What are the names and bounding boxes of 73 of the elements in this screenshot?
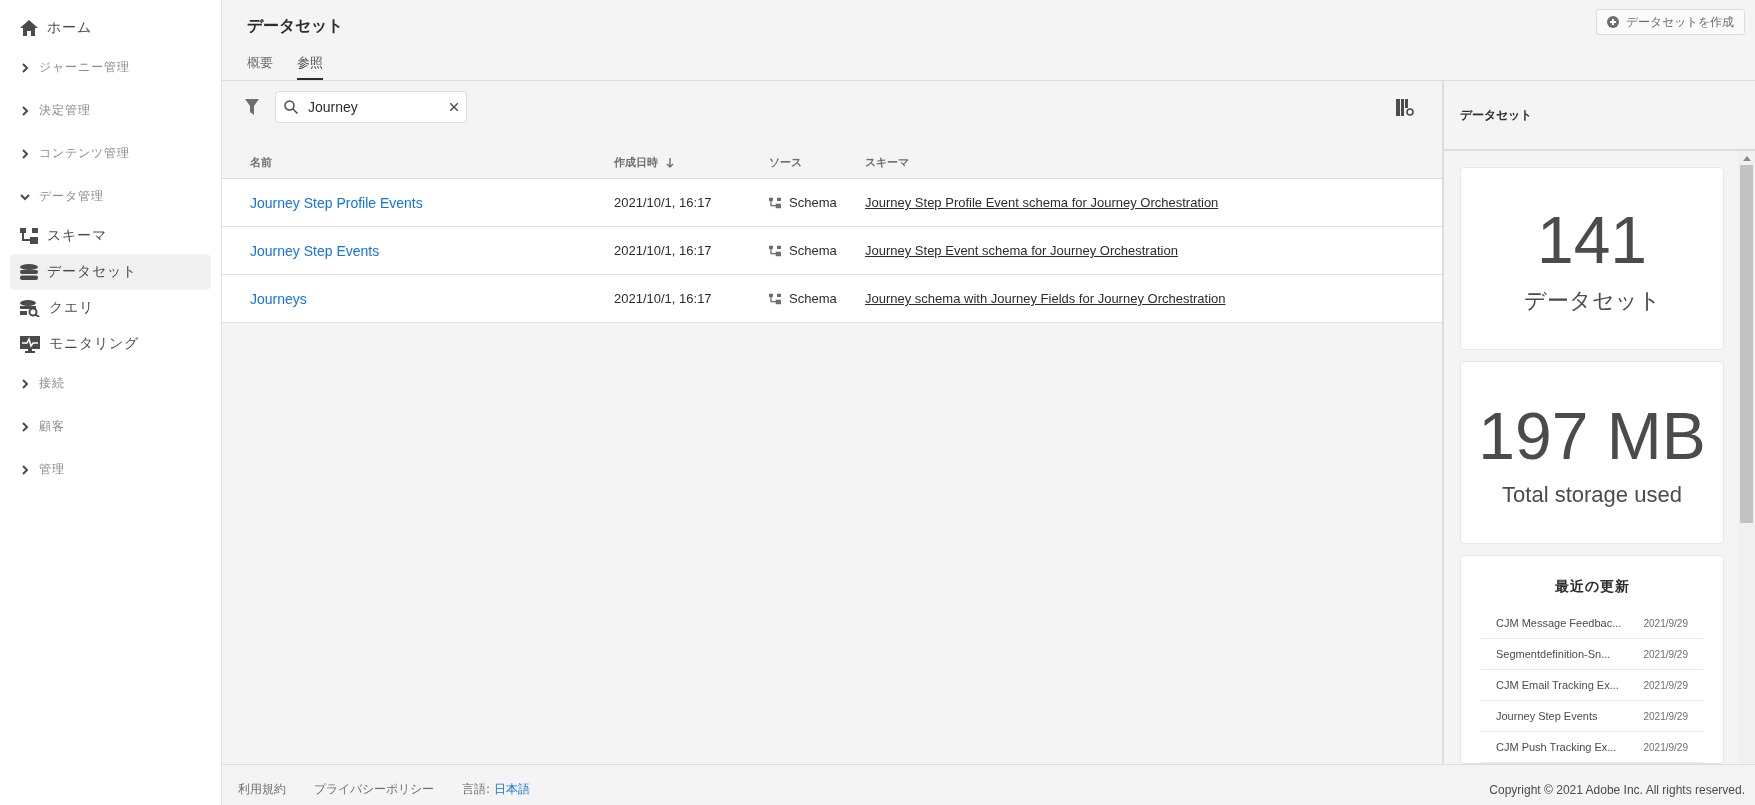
nav-section[interactable]: データ管理 bbox=[10, 175, 211, 218]
search-field[interactable]: Journey bbox=[275, 91, 467, 123]
recent-date: 2021/9/29 bbox=[1643, 741, 1688, 753]
home-icon bbox=[20, 20, 38, 36]
schema-link[interactable]: Journey Step Event schema for Journey Orchestration bbox=[865, 243, 1178, 258]
recent-item[interactable]: Segmentdefinition-Sn... bbox=[1496, 648, 1611, 660]
created-date: 2021/10/1, 16:17 bbox=[614, 243, 712, 258]
recent-date: 2021/9/29 bbox=[1643, 710, 1688, 722]
recent-item[interactable]: Journey Step Events bbox=[1496, 710, 1598, 722]
schema-icon bbox=[20, 228, 38, 244]
dataset-link[interactable]: Journeys bbox=[222, 290, 307, 307]
created-date: 2021/10/1, 16:17 bbox=[614, 291, 712, 306]
recent-item[interactable]: CJM Message Feedbac... bbox=[1496, 617, 1622, 629]
recent-date: 2021/9/29 bbox=[1643, 648, 1688, 660]
chevron-icon bbox=[20, 62, 30, 73]
search-input[interactable]: Journey bbox=[306, 98, 442, 116]
dataset-link[interactable]: Journey Step Profile Events bbox=[222, 194, 423, 211]
stat-label: Total storage used bbox=[1502, 481, 1682, 508]
recent-date: 2021/9/29 bbox=[1643, 617, 1688, 629]
nav-section[interactable]: 決定管理 bbox=[10, 89, 211, 132]
stat-value: 141 bbox=[1536, 201, 1648, 278]
recent-date: 2021/9/29 bbox=[1643, 679, 1688, 691]
language-link[interactable]: 日本語 bbox=[493, 782, 530, 796]
search-icon bbox=[284, 100, 298, 114]
nav-section[interactable]: コンテンツ管理 bbox=[10, 132, 211, 175]
tab[interactable]: 参照 bbox=[297, 54, 323, 80]
chevron-icon bbox=[20, 421, 30, 432]
source-text: Schema bbox=[789, 243, 837, 258]
copyright: Copyright © 2021 Adobe Inc. All rights reserved. bbox=[1489, 782, 1745, 797]
footer-link[interactable]: 利用規約 bbox=[238, 781, 286, 798]
recent-item[interactable]: CJM Email Tracking Ex... bbox=[1496, 679, 1619, 691]
created-date: 2021/10/1, 16:17 bbox=[614, 195, 712, 210]
recent-title: 最近の更新 bbox=[1553, 578, 1631, 596]
column-settings-icon[interactable] bbox=[1396, 98, 1414, 116]
schema-icon bbox=[769, 244, 781, 257]
recent-item[interactable]: CJM Push Tracking Ex... bbox=[1496, 741, 1617, 753]
create-dataset-button[interactable]: データセットを作成 bbox=[1596, 9, 1745, 35]
chevron-icon bbox=[20, 191, 30, 202]
plus-circle-icon bbox=[1607, 16, 1619, 28]
database-icon bbox=[20, 264, 38, 280]
panel-title: データセット bbox=[1444, 81, 1755, 151]
query-icon bbox=[20, 299, 40, 317]
nav-section[interactable]: 接続 bbox=[10, 362, 211, 405]
schema-icon bbox=[769, 292, 781, 305]
scrollbar[interactable] bbox=[1738, 151, 1755, 764]
schema-icon bbox=[769, 196, 781, 209]
stat-value: 197 MB bbox=[1478, 397, 1706, 474]
source-text: Schema bbox=[789, 291, 837, 306]
nav-section[interactable]: 顧客 bbox=[10, 405, 211, 448]
nav-section[interactable]: ジャーニー管理 bbox=[10, 46, 211, 89]
tab[interactable]: 概要 bbox=[247, 54, 273, 80]
nav-item[interactable]: モニタリング bbox=[10, 326, 211, 362]
footer-link[interactable]: プライバシーポリシー bbox=[314, 781, 434, 798]
chevron-icon bbox=[20, 464, 30, 475]
source-text: Schema bbox=[789, 195, 837, 210]
dataset-link[interactable]: Journey Step Events bbox=[222, 242, 380, 259]
nav-item[interactable]: クエリ bbox=[10, 290, 211, 326]
chevron-icon bbox=[20, 378, 30, 389]
stat-label: データセット bbox=[1523, 286, 1661, 315]
schema-link[interactable]: Journey schema with Journey Fields for Journey Orchestration bbox=[865, 291, 1226, 306]
nav-item[interactable]: データセット bbox=[10, 254, 211, 290]
monitor-icon bbox=[20, 335, 40, 353]
clear-icon[interactable] bbox=[450, 103, 458, 111]
nav-section[interactable]: 管理 bbox=[10, 448, 211, 491]
nav-item[interactable]: ホーム bbox=[10, 10, 211, 46]
language-setting: 言語: 日本語 bbox=[462, 781, 530, 798]
chevron-icon bbox=[20, 148, 30, 159]
schema-link[interactable]: Journey Step Profile Event schema for Journey Orchestration bbox=[865, 195, 1219, 210]
page-title: データセット bbox=[247, 16, 343, 37]
filter-icon[interactable] bbox=[245, 99, 259, 115]
nav-item[interactable]: スキーマ bbox=[10, 218, 211, 254]
chevron-icon bbox=[20, 105, 30, 116]
sort-down-icon bbox=[666, 157, 674, 168]
